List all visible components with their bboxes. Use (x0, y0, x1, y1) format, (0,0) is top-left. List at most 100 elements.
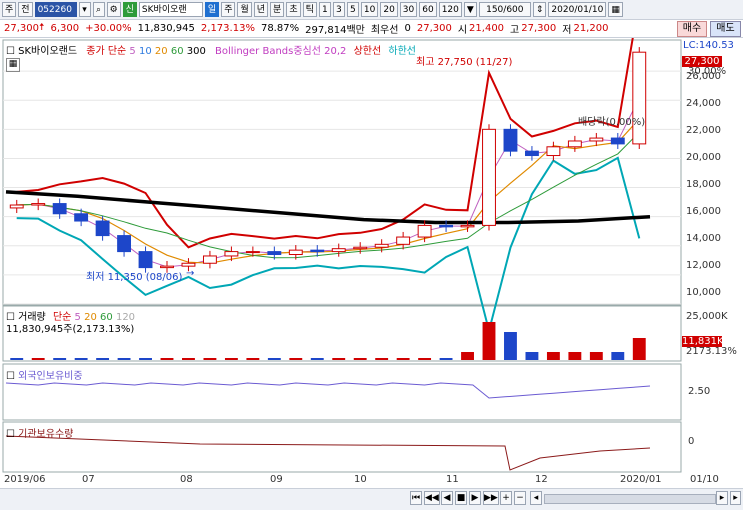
ma-300: 300 (186, 46, 206, 57)
zoom-out-icon[interactable]: − (514, 491, 526, 505)
grid-toggle-icon[interactable]: ▦ (6, 58, 20, 72)
price-tick: 24,000 (686, 98, 721, 109)
foreign-name: 외국인보유비중 (18, 371, 83, 382)
scroll-back-icon[interactable]: ◀ (441, 491, 453, 505)
period-second[interactable]: 초 (286, 2, 301, 17)
volume-bar (203, 358, 217, 360)
inst-legend: ☐ 기관보유수량 (6, 425, 73, 440)
volume-bar (439, 358, 453, 360)
price-tick: 22,000 (686, 125, 721, 136)
volume-bar (632, 338, 646, 360)
ma-20: 20 (154, 46, 168, 57)
price-tick: 18,000 (686, 179, 721, 190)
dropdown-icon[interactable]: ▾ (78, 2, 91, 17)
tick-30[interactable]: 30 (399, 2, 418, 17)
volume-bar (418, 358, 432, 360)
scroll-end-icon[interactable]: ▸ (730, 491, 741, 505)
volume-bar (160, 358, 174, 360)
scroll-right-icon[interactable]: ▸ (716, 491, 728, 505)
period-minute[interactable]: 분 (270, 2, 285, 17)
stop-icon[interactable]: ■ (455, 491, 467, 505)
candle (482, 128, 496, 226)
volume-bar (396, 358, 410, 360)
price-tick: 14,000 (686, 233, 721, 244)
checkbox-icon[interactable]: ☐ (6, 429, 15, 440)
chart-type-button[interactable]: ▼ (463, 2, 477, 17)
low-annotation: 최저 11,350 (08/06) (86, 272, 183, 283)
pref-value: 0 (404, 23, 411, 34)
period-day[interactable]: 일 (204, 2, 220, 17)
high-annotation: 최고 27,750 (11/27) (416, 57, 513, 68)
tick-1[interactable]: 1 (318, 2, 331, 17)
volume-value: 11,830,945 (137, 23, 195, 34)
lc-value: LC:140.53 (683, 40, 734, 51)
calendar-icon[interactable]: ▦ (608, 2, 623, 17)
tick-20[interactable]: 20 (380, 2, 398, 17)
quote-bar: 27,300 🠅 6,300 +30.00% 11,830,945 2,173.… (0, 20, 743, 38)
candle (546, 146, 561, 157)
search-icon[interactable]: ⌕ (92, 2, 105, 17)
date-field[interactable]: 2020/01/10 (548, 2, 607, 17)
candle (610, 137, 625, 145)
price-legend: ☐ SK바이오랜드 종가 단순 5 10 20 60 300 Bollinger… (6, 42, 416, 57)
period-week[interactable]: 주 (221, 2, 236, 17)
x-label: 11 (446, 474, 459, 485)
horizontal-scrollbar[interactable] (544, 494, 716, 504)
high-value: 27,300 (521, 23, 557, 34)
scroll-forward-icon[interactable]: ▶ (469, 491, 481, 505)
bb-upper: 상한선 (353, 46, 382, 57)
scroll-fast-back-icon[interactable]: ◀◀ (424, 491, 440, 505)
scroll-fast-forward-icon[interactable]: ▶▶ (483, 491, 499, 505)
x-label: 2020/01 (620, 474, 662, 485)
period-select[interactable]: 주 (2, 2, 17, 17)
checkbox-icon[interactable]: ☐ (6, 46, 15, 57)
inst-name: 기관보유수량 (18, 429, 74, 440)
settings-icon[interactable]: ⚙ (106, 2, 121, 17)
tick-120[interactable]: 120 (438, 2, 462, 17)
tick-10[interactable]: 10 (360, 2, 379, 17)
trade-amount: 297,814백만 (305, 25, 365, 36)
candle (95, 220, 110, 237)
new-listing-chip: 신 (122, 2, 137, 17)
price-tick: 12,000 (686, 260, 721, 271)
buy-button[interactable]: 매수 (677, 21, 707, 37)
candle (267, 251, 282, 256)
ma-10: 10 (138, 46, 152, 57)
stock-chart[interactable] (0, 38, 743, 488)
tick-5[interactable]: 5 (346, 2, 359, 17)
count-stepper-icon[interactable]: ⇕ (532, 2, 547, 17)
period-tick[interactable]: 틱 (302, 2, 317, 17)
volume-bar (53, 358, 67, 360)
prev-button[interactable]: 전 (18, 2, 33, 17)
zoom-in-icon[interactable]: + (500, 491, 512, 505)
volume-bar (482, 322, 496, 360)
volume-current-pct: 2173.13% (686, 346, 737, 357)
scroll-first-icon[interactable]: ⏮ (410, 491, 422, 505)
close-value: 27,300 (416, 23, 452, 34)
volume-bar (504, 332, 517, 360)
candle (310, 249, 325, 253)
ma-60: 60 (170, 46, 184, 57)
checkbox-icon[interactable]: ☐ (6, 371, 15, 382)
dividend-annotation: 배당락(0.00%) (578, 117, 646, 128)
candle (567, 140, 582, 148)
volume-bar (525, 352, 539, 360)
stock-code-input[interactable]: 052260 (34, 2, 77, 17)
volume-bar (267, 358, 281, 360)
candle (52, 203, 67, 215)
sell-button[interactable]: 매도 (710, 21, 741, 37)
volume-axis-top: 25,000K (686, 311, 728, 322)
volume-bar (182, 358, 195, 360)
price-tick: 10,000 (686, 287, 721, 298)
x-label: 2019/06 (4, 474, 46, 485)
volume-bar (589, 352, 603, 360)
period-month[interactable]: 월 (237, 2, 252, 17)
volume-bar (10, 358, 24, 360)
count-field[interactable]: 150/600 (478, 2, 531, 17)
bb-lower: 하한선 (388, 46, 416, 57)
tick-60[interactable]: 60 (419, 2, 437, 17)
volume-bar (31, 358, 45, 360)
scroll-left-icon[interactable]: ◂ (530, 491, 542, 505)
tick-3[interactable]: 3 (332, 2, 345, 17)
period-year[interactable]: 년 (253, 2, 269, 17)
